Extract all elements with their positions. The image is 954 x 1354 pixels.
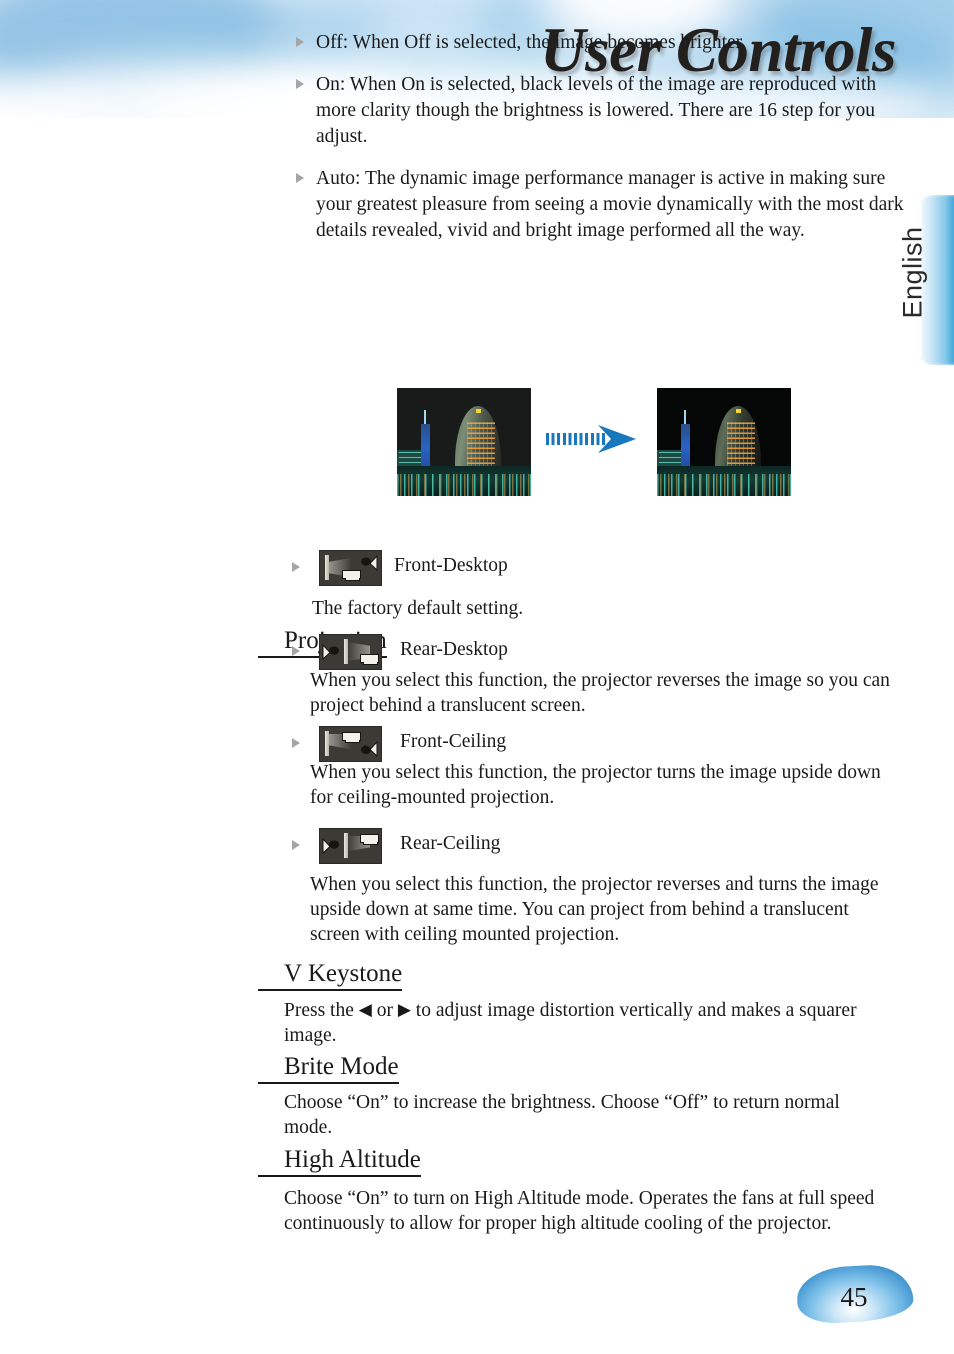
projection-option-label: Front-Desktop: [394, 555, 508, 576]
viewer-icon: [322, 644, 339, 660]
rear-ceiling-projection-icon: [319, 828, 382, 864]
viewer-icon: [361, 741, 378, 757]
projection-option-label: Rear-Ceiling: [400, 833, 501, 854]
list-item: Off: When Off is selected, the image bec…: [284, 30, 904, 56]
triangle-bullet-icon: [292, 562, 300, 572]
triangle-bullet-icon: [296, 37, 304, 47]
skyscraper-beacon: [476, 409, 481, 413]
list-item-text: Auto: The dynamic image performance mana…: [316, 168, 904, 241]
comparison-image-before: [397, 388, 531, 496]
projection-option-label: Front-Ceiling: [400, 731, 507, 752]
intro-bullet-list: Off: When Off is selected, the image bec…: [284, 30, 904, 260]
triangle-bullet-icon: [292, 646, 300, 656]
section-heading-text: V Keystone: [284, 960, 403, 987]
triangle-bullet-icon: [296, 173, 304, 183]
projection-option-label: Rear-Desktop: [400, 639, 508, 660]
list-item: Auto: The dynamic image performance mana…: [284, 166, 904, 244]
projection-option-description: When you select this function, the proje…: [310, 670, 890, 716]
section-heading-high-altitude: High Altitude: [258, 1146, 421, 1177]
projection-option-description: When you select this function, the proje…: [310, 874, 879, 945]
section-heading-brite-mode: Brite Mode: [258, 1053, 399, 1084]
list-item-text: Off: When Off is selected, the image bec…: [316, 32, 746, 53]
viewer-icon: [322, 838, 339, 854]
right-arrow-icon: ▶: [397, 1000, 411, 1019]
v-keystone-body: Press the ◀ or ▶ to adjust image distort…: [284, 997, 889, 1048]
section-heading-text: Brite Mode: [284, 1053, 399, 1080]
list-item: On: When On is selected, black levels of…: [284, 72, 904, 150]
high-altitude-body: Choose “On” to turn on High Altitude mod…: [284, 1188, 875, 1234]
section-heading-text: High Altitude: [284, 1146, 421, 1173]
v-keystone-body-mid: or: [371, 1000, 398, 1021]
rear-desktop-projection-icon: [319, 634, 382, 670]
v-keystone-body-pre: Press the: [284, 1000, 359, 1021]
projection-option-description: The factory default setting.: [312, 598, 524, 619]
brite-mode-body: Choose “On” to increase the brightness. …: [284, 1092, 840, 1138]
heading-underline: [258, 1175, 421, 1177]
heading-underline: [258, 989, 403, 991]
list-item-text: On: When On is selected, black levels of…: [316, 74, 877, 147]
comparison-image-after: [657, 388, 791, 496]
night-cityscape-dynamic-black: [657, 388, 791, 496]
right-arrow-icon: [598, 425, 636, 453]
foreground-city-lights: [657, 466, 791, 496]
viewer-icon: [361, 555, 378, 571]
language-side-tab: English: [898, 195, 954, 365]
triangle-bullet-icon: [292, 840, 300, 850]
projection-option-description: When you select this function, the proje…: [310, 762, 881, 808]
page-number: 45: [840, 1282, 868, 1312]
triangle-bullet-icon: [296, 79, 304, 89]
front-ceiling-projection-icon: [319, 726, 382, 762]
skyscraper-beacon: [736, 409, 741, 413]
night-cityscape-normal: [397, 388, 531, 496]
arrow-tail-icon: [546, 433, 606, 445]
section-heading-v-keystone: V Keystone: [258, 960, 403, 991]
front-desktop-projection-icon: [319, 550, 382, 586]
heading-underline: [258, 1082, 399, 1084]
left-arrow-icon: ◀: [358, 1000, 372, 1019]
foreground-city-lights: [397, 466, 531, 496]
cloud-shape: [0, 0, 290, 100]
triangle-bullet-icon: [292, 738, 300, 748]
transformation-arrow: [546, 424, 638, 454]
